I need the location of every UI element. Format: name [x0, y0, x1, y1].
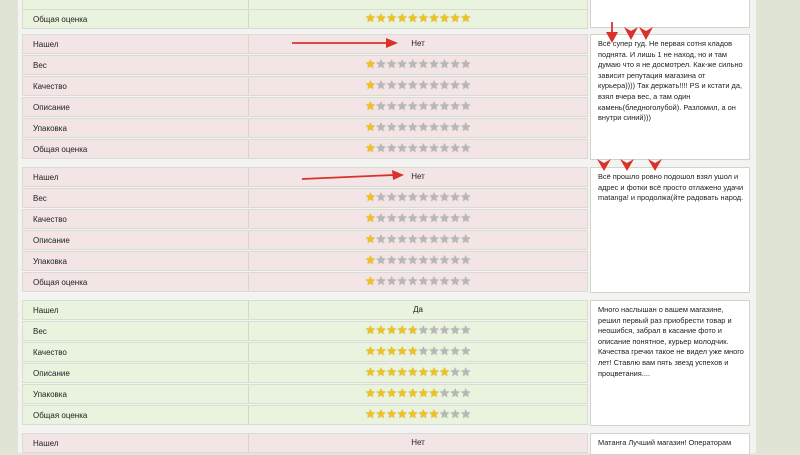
arrow-pointing-to-net-2-icon — [301, 170, 404, 180]
down-arrow-icon — [606, 22, 618, 43]
down-arrow-icon — [639, 27, 653, 40]
annotation-arrows — [292, 22, 662, 180]
arrow-pointing-to-net-1-icon — [292, 38, 398, 48]
down-arrow-icon — [648, 159, 662, 171]
down-arrow-icon — [597, 159, 611, 171]
down-arrow-icon — [620, 159, 634, 171]
down-arrow-icon — [624, 27, 638, 40]
